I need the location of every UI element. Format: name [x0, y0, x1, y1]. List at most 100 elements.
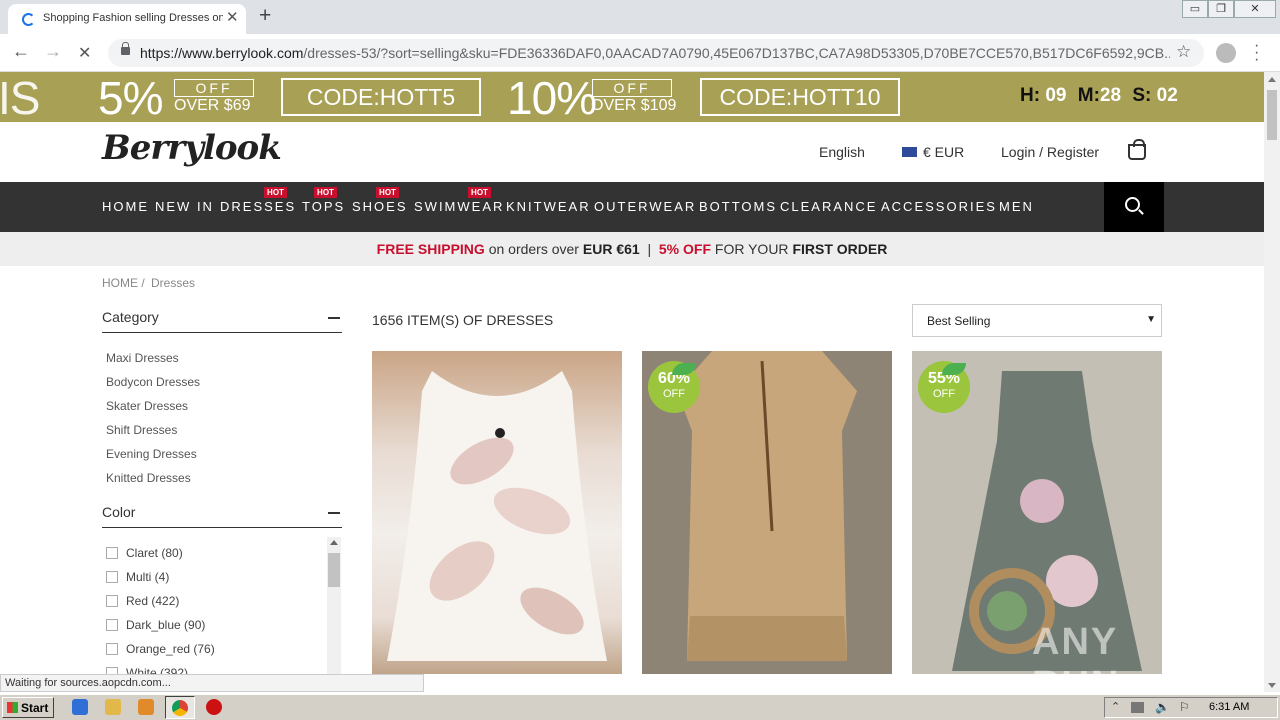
discount-badge: 55% OFF — [918, 361, 970, 413]
scroll-down-icon[interactable] — [1268, 683, 1276, 688]
promo-deal2-pct: 10% — [507, 72, 597, 124]
nav-tops[interactable]: TOPS — [302, 199, 345, 214]
breadcrumb-current: Dresses — [151, 276, 196, 290]
checkbox[interactable] — [106, 571, 118, 583]
color-filter-header[interactable]: Color — [102, 504, 342, 528]
site-header: Berrylook English € EUR Login / Register — [0, 122, 1264, 182]
nav-swimwear[interactable]: SWIMWEAR — [414, 199, 504, 214]
product-card-1[interactable] — [372, 351, 622, 674]
ie-icon[interactable] — [72, 699, 88, 715]
scroll-up-icon[interactable] — [1268, 77, 1276, 82]
window-minimize-button[interactable]: ▭ — [1182, 0, 1208, 18]
explorer-folder-icon[interactable] — [105, 699, 121, 715]
media-player-icon[interactable] — [138, 699, 154, 715]
browser-tab[interactable]: Shopping Fashion selling Dresses on ✕ — [8, 4, 246, 34]
tab-close-icon[interactable]: ✕ — [226, 8, 239, 26]
nav-dresses[interactable]: DRESSES — [220, 199, 296, 214]
chrome-taskbar-button[interactable] — [165, 696, 195, 719]
color-option[interactable]: Orange_red (76) — [106, 642, 215, 656]
product-card-2[interactable]: 60% OFF — [642, 351, 892, 674]
breadcrumb-home[interactable]: HOME / — [102, 276, 145, 290]
color-option[interactable]: Red (422) — [106, 594, 179, 608]
collapse-icon[interactable] — [328, 512, 340, 514]
network-icon[interactable] — [1131, 702, 1144, 713]
category-filter-header[interactable]: Category — [102, 309, 342, 333]
category-skater[interactable]: Skater Dresses — [106, 399, 188, 413]
checkbox[interactable] — [106, 619, 118, 631]
checkbox[interactable] — [106, 667, 118, 674]
dropdown-arrow-icon: ▼ — [1146, 314, 1156, 325]
taskbar-clock[interactable]: 6:31 AM — [1209, 701, 1249, 713]
window-restore-button[interactable]: ❐ — [1208, 0, 1234, 18]
chrome-icon — [172, 700, 188, 716]
forward-button[interactable]: → — [44, 41, 62, 62]
new-tab-button[interactable]: + — [259, 4, 271, 28]
nav-home[interactable]: HOME — [102, 199, 149, 214]
tab-title: Shopping Fashion selling Dresses on — [43, 12, 223, 24]
item-count: 1656 ITEM(S) OF DRESSES — [372, 312, 554, 328]
berrylook-logo[interactable]: Berrylook — [102, 128, 282, 168]
nav-clearance[interactable]: CLEARANCE — [780, 199, 877, 214]
login-register-link[interactable]: Login / Register — [1001, 144, 1099, 160]
status-bar: Waiting for sources.aopcdn.com... — [0, 674, 424, 692]
nav-men[interactable]: MEN — [999, 199, 1034, 214]
stop-loading-button[interactable]: ✕ — [78, 43, 91, 63]
discount-badge: 60% OFF — [648, 361, 700, 413]
window-close-button[interactable]: ✕ — [1234, 0, 1276, 18]
color-option[interactable]: Multi (4) — [106, 570, 169, 584]
category-maxi[interactable]: Maxi Dresses — [106, 351, 179, 365]
breadcrumb: HOME / Dresses — [102, 276, 195, 290]
currency-selector[interactable]: € EUR — [923, 144, 964, 160]
language-selector[interactable]: English — [819, 144, 865, 160]
category-knitted[interactable]: Knitted Dresses — [106, 471, 191, 485]
profile-avatar-icon[interactable] — [1216, 43, 1236, 63]
promo-banner[interactable]: IS 5% OFF OVER $69 CODE:HOTT5 10% OFF OV… — [0, 72, 1264, 124]
category-evening[interactable]: Evening Dresses — [106, 447, 197, 461]
collapse-icon[interactable] — [328, 317, 340, 319]
tray-arrow-icon[interactable]: ⌃ — [1111, 700, 1120, 713]
anyrun-watermark: ANY RUN — [1032, 621, 1118, 674]
nav-new-in[interactable]: NEW IN — [155, 199, 214, 214]
checkbox[interactable] — [106, 547, 118, 559]
product-card-3[interactable]: 55%OFF ANY RUN — [912, 351, 1162, 674]
checkbox[interactable] — [106, 643, 118, 655]
windows-logo-icon — [7, 702, 18, 713]
product-image[interactable] — [372, 351, 622, 674]
color-option[interactable]: Dark_blue (90) — [106, 618, 205, 632]
scroll-thumb[interactable] — [1267, 90, 1277, 140]
category-shift[interactable]: Shift Dresses — [106, 423, 177, 437]
shipping-banner: FREE SHIPPING on orders over EUR €61 | 5… — [0, 232, 1264, 266]
color-list-scrollbar[interactable] — [327, 537, 341, 674]
start-button[interactable]: Start — [2, 697, 54, 718]
url-text[interactable]: https://www.berrylook.com/dresses-53/?so… — [140, 45, 1170, 61]
color-option[interactable]: Claret (80) — [106, 546, 183, 560]
windows-taskbar: Start ⌃ 🔈 ⚐ 6:31 AM — [0, 694, 1280, 720]
volume-icon[interactable]: 🔈 — [1155, 700, 1170, 714]
hot-badge: HOT — [468, 187, 491, 198]
browser-toolbar: ← → ✕ https://www.berrylook.com/dresses-… — [0, 34, 1280, 72]
nav-shoes[interactable]: SHOES — [352, 199, 408, 214]
sort-select[interactable]: Best Selling ▼ — [912, 304, 1162, 337]
promo-deal1-off: OFF — [174, 79, 254, 97]
nav-bottoms[interactable]: BOTTOMS — [699, 199, 777, 214]
search-button[interactable] — [1104, 182, 1164, 232]
color-option[interactable]: White (392) — [106, 666, 188, 674]
hot-badge: HOT — [264, 187, 287, 198]
browser-menu-icon[interactable]: · · · — [1254, 38, 1259, 68]
opera-icon[interactable] — [206, 699, 222, 715]
scroll-up-icon[interactable] — [330, 540, 338, 545]
countdown-timer: H: 09 M:28 S: 02 — [1020, 85, 1178, 106]
checkbox[interactable] — [106, 595, 118, 607]
bookmark-star-icon[interactable]: ☆ — [1176, 42, 1191, 62]
promo-code-2: CODE:HOTT10 — [700, 78, 900, 116]
flag-icon[interactable]: ⚐ — [1179, 700, 1190, 714]
page-scrollbar[interactable] — [1264, 72, 1280, 692]
back-button[interactable]: ← — [12, 41, 30, 62]
category-bodycon[interactable]: Bodycon Dresses — [106, 375, 200, 389]
nav-accessories[interactable]: ACCESSORIES — [881, 199, 997, 214]
nav-knitwear[interactable]: KNITWEAR — [506, 199, 591, 214]
nav-outerwear[interactable]: OUTERWEAR — [594, 199, 696, 214]
shopping-bag-icon[interactable] — [1128, 139, 1146, 160]
promo-deal2-off: OFF — [592, 79, 672, 97]
address-bar[interactable]: https://www.berrylook.com/dresses-53/?so… — [108, 39, 1204, 67]
